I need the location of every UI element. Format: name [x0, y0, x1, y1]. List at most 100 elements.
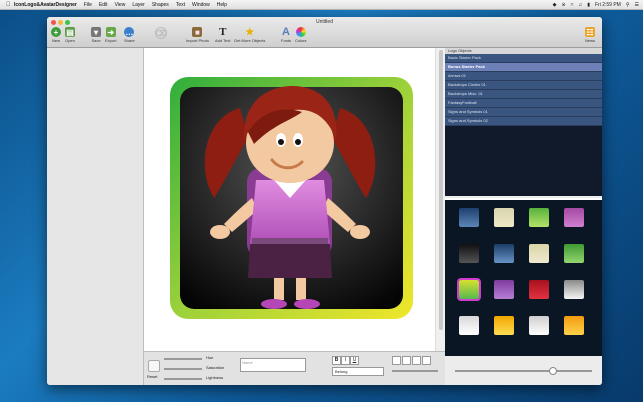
bluetooth-icon[interactable]: ※: [562, 2, 566, 8]
menu-help[interactable]: Help: [217, 2, 227, 8]
swatch-tile[interactable]: [494, 280, 514, 299]
share-button[interactable]: … Share: [124, 27, 135, 43]
disabled-tool-button[interactable]: ⌫: [155, 27, 167, 39]
open-button[interactable]: ▤ Open: [65, 27, 75, 43]
news-icon: ☷: [585, 27, 595, 37]
swatch-tile[interactable]: [494, 316, 514, 335]
swatch-tile[interactable]: [459, 244, 479, 263]
color-wheel-icon: [295, 27, 306, 37]
list-item[interactable]: Basic Starter Pack: [445, 54, 602, 63]
swatch-tile[interactable]: [529, 244, 549, 263]
font-select[interactable]: Belong: [332, 367, 384, 376]
list-item[interactable]: Backdrops Misc. 01: [445, 90, 602, 99]
swatch-size-knob[interactable]: [549, 367, 557, 375]
export-button[interactable]: ➜ Export: [105, 27, 117, 43]
scroll-thumb[interactable]: [439, 50, 443, 330]
menu-layer[interactable]: Layer: [132, 2, 145, 8]
menu-edit[interactable]: Edit: [99, 2, 108, 8]
menu-window[interactable]: Window: [192, 2, 210, 8]
bold-button[interactable]: B: [332, 356, 341, 365]
justify-button[interactable]: [422, 356, 431, 365]
add-text-button[interactable]: T Add Text: [215, 26, 231, 43]
wifi-icon[interactable]: ≈: [571, 2, 574, 8]
export-icon: ➜: [105, 27, 116, 37]
swatch-size-slider[interactable]: [455, 370, 592, 372]
swatch-tile[interactable]: [529, 280, 549, 299]
italic-button[interactable]: I: [341, 356, 350, 365]
swatch-tile[interactable]: [529, 316, 549, 335]
right-panel: Logo Objects Basic Starter Pack Bonus St…: [445, 48, 602, 385]
menu-view[interactable]: View: [115, 2, 126, 8]
dropbox-icon[interactable]: ◆: [553, 2, 557, 8]
swatch-tile[interactable]: [564, 244, 584, 263]
swatch-tile[interactable]: [459, 208, 479, 227]
swatch-tile[interactable]: [459, 316, 479, 335]
battery-icon[interactable]: ▮: [587, 2, 590, 8]
align-left-button[interactable]: [392, 356, 401, 365]
fonts-icon: A: [282, 26, 290, 38]
avatar-artwork[interactable]: [144, 48, 445, 351]
window-title: Untitled: [316, 19, 333, 25]
swatch-tile[interactable]: [457, 278, 481, 301]
apple-icon[interactable]: : [6, 2, 14, 8]
pupil-left: [278, 139, 284, 145]
belt: [252, 238, 328, 244]
notification-center-icon[interactable]: ☰: [635, 2, 639, 8]
list-item[interactable]: FantasyFootball: [445, 99, 602, 108]
swatch-tile[interactable]: [564, 280, 584, 299]
swatch-grid[interactable]: [445, 198, 602, 358]
lightness-slider-track[interactable]: [164, 378, 202, 380]
trash-icon: ⌫: [155, 27, 167, 39]
get-more-objects-button[interactable]: ★ Get More Objects: [234, 26, 265, 44]
volume-icon[interactable]: ♫: [578, 2, 582, 8]
menu-shapes[interactable]: Shapes: [152, 2, 169, 8]
import-photo-button[interactable]: ■ Import Photo: [186, 27, 209, 43]
swatch-tile[interactable]: [564, 208, 584, 227]
swatch-tile[interactable]: [564, 316, 584, 335]
list-item-selected[interactable]: Bonus Starter Pack: [445, 63, 602, 72]
lightness-label: Lightness: [206, 375, 224, 380]
clock-text[interactable]: Fri 2:59 PM: [595, 2, 621, 8]
list-item[interactable]: Backdrops Circles 01: [445, 81, 602, 90]
fonts-button[interactable]: A Fonts: [281, 26, 291, 43]
underline-button[interactable]: U: [350, 356, 359, 365]
new-icon: +: [51, 27, 61, 37]
reset-icon[interactable]: [148, 360, 160, 372]
leg-left: [274, 278, 284, 300]
save-button[interactable]: ▾ Save: [91, 27, 101, 43]
save-icon: ▾: [91, 27, 101, 37]
news-button[interactable]: ☷ News: [585, 27, 595, 43]
new-button[interactable]: + New: [51, 27, 61, 43]
adjustment-bar: Reset Hue Saturation Lightness Name B I …: [144, 351, 445, 385]
align-right-button[interactable]: [412, 356, 421, 365]
reset-label: Reset: [147, 374, 158, 379]
star-icon: ★: [245, 26, 255, 38]
list-item[interactable]: Signs and Symbols 02: [445, 117, 602, 126]
hue-slider-track[interactable]: [164, 358, 202, 360]
swatch-tile[interactable]: [494, 208, 514, 227]
shoe-left: [261, 299, 287, 309]
list-item[interactable]: Signs and Symbols 01: [445, 108, 602, 117]
photo-icon: ■: [192, 27, 203, 37]
logo-objects-list[interactable]: Logo Objects Basic Starter Pack Bonus St…: [445, 48, 602, 196]
swatch-tile[interactable]: [494, 244, 514, 263]
menu-file[interactable]: File: [84, 2, 92, 8]
share-icon: …: [124, 27, 135, 37]
colors-button[interactable]: Colors: [295, 27, 307, 43]
text-entry-field[interactable]: Name: [240, 358, 306, 372]
hue-label: Hue: [206, 355, 214, 360]
title-bar: Untitled + New ▤ Open ▾ Save ➜ Export … …: [47, 17, 602, 48]
menu-app-name[interactable]: IconLogo&AvatarDesigner: [14, 2, 77, 8]
layers-sidebar[interactable]: [47, 48, 144, 385]
spotlight-icon[interactable]: ⚲: [626, 2, 630, 8]
swatch-tile[interactable]: [529, 208, 549, 227]
list-item[interactable]: Arrows 01: [445, 72, 602, 81]
size-slider-track[interactable]: [392, 370, 438, 372]
design-canvas[interactable]: [144, 48, 445, 351]
app-window: Untitled + New ▤ Open ▾ Save ➜ Export … …: [47, 17, 602, 385]
menu-text[interactable]: Text: [176, 2, 185, 8]
align-center-button[interactable]: [402, 356, 411, 365]
hand-right: [350, 225, 370, 239]
saturation-slider-track[interactable]: [164, 368, 202, 370]
status-area: ◆ ※ ≈ ♫ ▮ Fri 2:59 PM ⚲ ☰: [553, 0, 639, 9]
